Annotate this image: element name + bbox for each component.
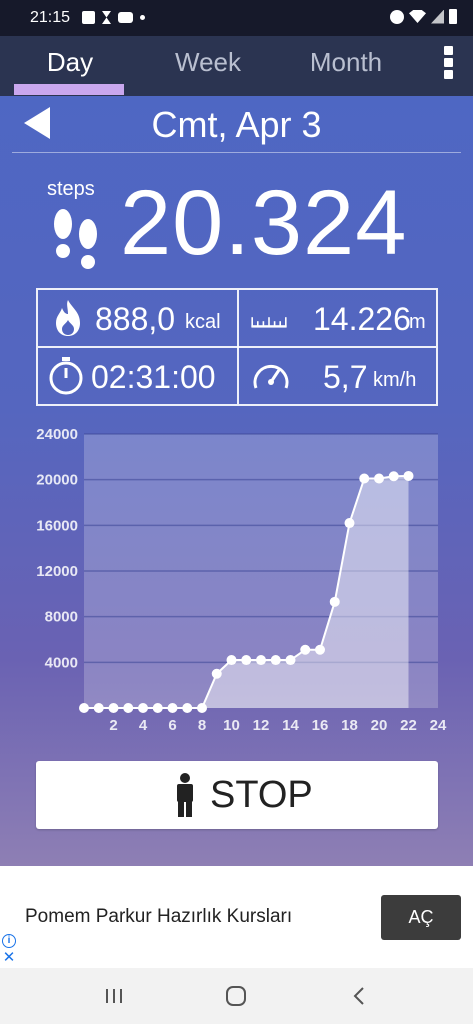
ad-info-icon[interactable]: i	[2, 934, 16, 948]
recents-icon[interactable]	[99, 982, 129, 1010]
x-tick-label: 20	[371, 717, 388, 734]
more-notifications-icon	[140, 15, 145, 20]
ad-close-icon[interactable]: ✕	[2, 950, 16, 966]
stats-grid: 888,0 kcal 14.226 m 02:31:00 5,7 km/h	[36, 288, 438, 406]
data-point	[93, 703, 104, 713]
gallery-icon	[82, 11, 95, 24]
data-point	[167, 703, 178, 713]
flame-icon	[56, 300, 80, 336]
data-point	[152, 703, 163, 713]
data-point	[329, 596, 340, 607]
distance-value: 14.226	[313, 301, 411, 337]
y-tick-label: 20000	[36, 472, 78, 489]
y-tick-label: 24000	[36, 426, 78, 443]
ad-text: Pomem Parkur Hazırlık Kursları	[25, 906, 293, 927]
speed-value: 5,7	[323, 359, 368, 395]
x-tick-label: 6	[168, 717, 176, 734]
data-point	[182, 703, 193, 713]
youtube-icon	[118, 12, 133, 23]
stop-button-label: STOP	[210, 774, 313, 816]
status-bar: 21:15	[0, 0, 473, 36]
speed-unit: km/h	[373, 369, 417, 391]
y-tick-label: 8000	[45, 609, 78, 626]
x-tick-label: 2	[109, 717, 117, 734]
data-point	[285, 655, 296, 666]
person-icon	[177, 773, 193, 817]
data-point	[344, 518, 355, 529]
data-point	[241, 655, 252, 666]
x-tick-label: 12	[253, 717, 270, 734]
steps-label: steps	[47, 178, 95, 200]
back-icon[interactable]	[345, 982, 375, 1010]
duration-cell: 02:31:00	[38, 348, 237, 404]
data-point	[138, 703, 148, 713]
duration-value: 02:31:00	[91, 359, 216, 395]
data-point	[388, 471, 399, 482]
wifi-icon	[409, 10, 426, 23]
notification-icons	[82, 11, 145, 24]
steps-count: 20.324	[120, 172, 408, 274]
stop-button[interactable]: STOP	[36, 761, 438, 829]
system-icons	[390, 9, 457, 24]
stopwatch-icon	[49, 357, 83, 395]
calories-unit: kcal	[185, 311, 221, 333]
distance-cell: 14.226 m	[239, 290, 438, 346]
x-tick-label: 18	[341, 717, 358, 734]
overflow-menu-icon[interactable]	[441, 46, 455, 82]
tab-month[interactable]: Month	[276, 36, 416, 96]
x-tick-label: 16	[312, 717, 329, 734]
x-tick-label: 14	[282, 717, 299, 734]
steps-chart: 40008000120001600020000240002 4 6 8 10 12 14 16…	[36, 426, 447, 734]
status-time: 21:15	[30, 9, 71, 26]
data-point	[226, 655, 237, 666]
data-point	[300, 644, 311, 655]
data-point	[315, 644, 325, 655]
data-point	[270, 655, 281, 666]
distance-unit: m	[409, 311, 426, 333]
y-tick-label: 4000	[45, 654, 78, 671]
x-tick-label: 4	[139, 717, 148, 734]
footprints-icon	[54, 209, 97, 269]
hourglass-icon	[102, 11, 111, 24]
y-tick-label: 16000	[36, 517, 78, 534]
ad-open-button[interactable]: AÇ	[381, 895, 461, 940]
x-tick-label: 24	[430, 717, 447, 734]
date-title: Cmt, Apr 3	[151, 104, 322, 145]
data-point	[79, 703, 89, 713]
signal-icon	[431, 9, 444, 24]
x-tick-label: 10	[223, 717, 240, 734]
home-icon[interactable]	[221, 982, 251, 1010]
divider	[12, 152, 461, 153]
calories-cell: 888,0 kcal	[38, 290, 237, 346]
calories-value: 888,0	[95, 301, 176, 337]
system-nav-bar	[0, 968, 473, 1024]
y-tick-label: 12000	[36, 563, 78, 580]
alarm-icon	[390, 9, 404, 24]
data-point	[256, 655, 266, 666]
data-point	[108, 703, 119, 713]
speedometer-icon	[253, 365, 289, 389]
data-point	[197, 703, 207, 713]
ruler-icon	[251, 317, 287, 328]
tab-week[interactable]: Week	[138, 36, 278, 96]
data-point	[123, 703, 134, 713]
tab-indicator	[14, 84, 124, 95]
data-point	[359, 473, 370, 484]
battery-icon	[449, 9, 457, 24]
data-point	[374, 473, 384, 484]
speed-cell: 5,7 km/h	[239, 348, 438, 404]
x-tick-label: 8	[198, 717, 206, 734]
data-point	[211, 668, 222, 679]
data-point	[403, 470, 414, 481]
x-tick-label: 22	[400, 717, 417, 734]
